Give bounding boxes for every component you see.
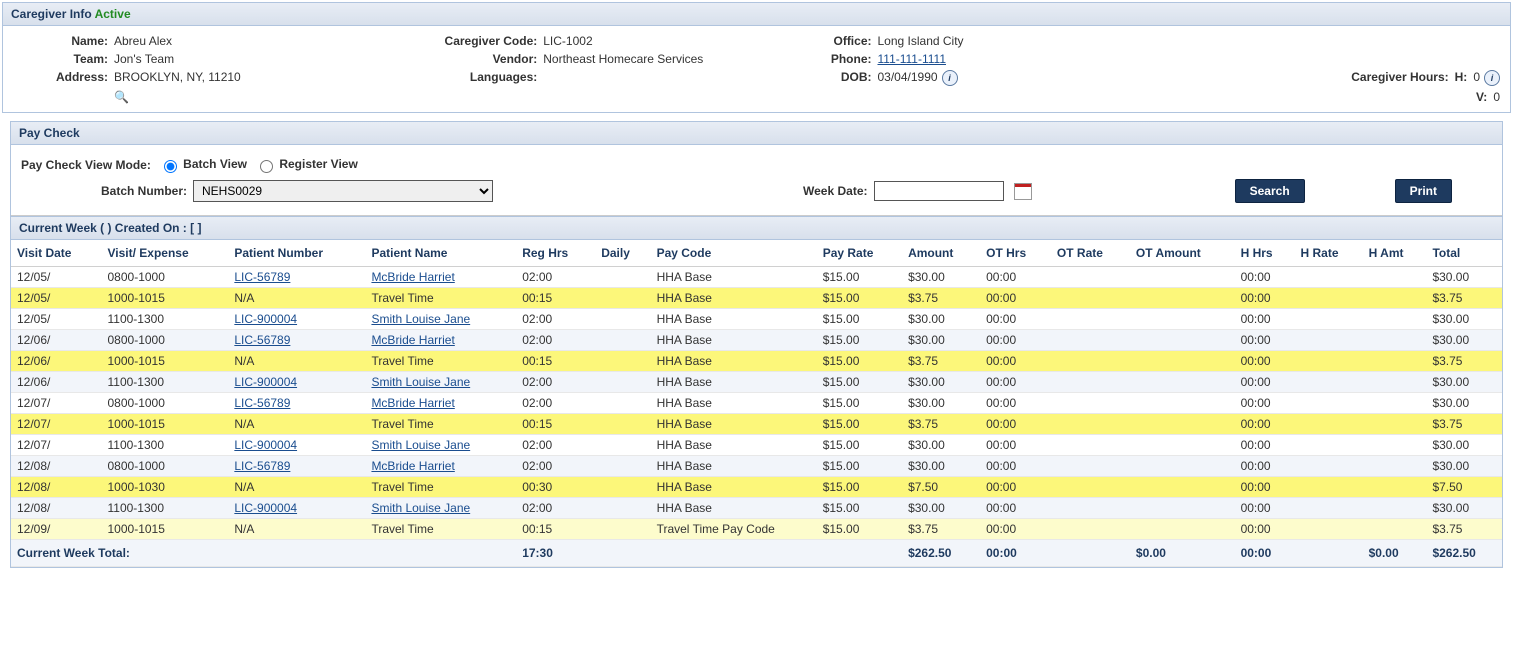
table-header: Visit/ Expense [102, 240, 229, 267]
patient-number-link[interactable]: LIC-56789 [234, 270, 290, 284]
patient-name-link[interactable]: Smith Louise Jane [371, 501, 470, 515]
vendor-label: Vendor: [387, 52, 537, 66]
patient-number-link[interactable]: LIC-900004 [234, 438, 297, 452]
table-row: 12/05/1100-1300LIC-900004Smith Louise Ja… [11, 309, 1502, 330]
print-button[interactable]: Print [1395, 179, 1452, 203]
patient-number-link[interactable]: LIC-56789 [234, 396, 290, 410]
batch-view-radio-label[interactable]: Batch View [159, 157, 247, 173]
address-label: Address: [13, 70, 108, 84]
batch-number-select[interactable]: NEHS0029 [193, 180, 493, 202]
patient-name-link[interactable]: Smith Louise Jane [371, 375, 470, 389]
table-row: 12/09/1000-1015N/ATravel Time00:15Travel… [11, 519, 1502, 540]
batch-view-radio[interactable] [164, 160, 177, 173]
hours-h-label: H: [1455, 70, 1468, 84]
panel-title: Caregiver Info [11, 7, 92, 21]
register-view-radio-label[interactable]: Register View [255, 157, 358, 173]
info-icon[interactable]: i [1484, 70, 1500, 86]
calendar-icon[interactable] [1014, 183, 1032, 200]
table-row: 12/06/1000-1015N/ATravel Time00:15HHA Ba… [11, 351, 1502, 372]
patient-name-link[interactable]: McBride Harriet [371, 333, 454, 347]
patient-number-link[interactable]: LIC-56789 [234, 333, 290, 347]
office-value: Long Island City [878, 34, 964, 48]
phone-link[interactable]: 111-111-1111 [878, 52, 947, 66]
code-value: LIC-1002 [543, 34, 592, 48]
caregiver-info-panel: Caregiver Info Active Name: Abreu Alex C… [2, 2, 1511, 113]
info-icon[interactable]: i [942, 70, 958, 86]
table-header: Reg Hrs [516, 240, 595, 267]
patient-name-link[interactable]: McBride Harriet [371, 459, 454, 473]
caregiver-info-header: Caregiver Info Active [3, 3, 1510, 26]
table-row: 12/07/1000-1015N/ATravel Time00:15HHA Ba… [11, 414, 1502, 435]
search-button[interactable]: Search [1235, 179, 1305, 203]
hours-v-label: V: [1476, 90, 1487, 104]
hours-label: Caregiver Hours: [1351, 70, 1448, 84]
view-mode-label: Pay Check View Mode: [21, 158, 151, 172]
patient-number-link[interactable]: LIC-900004 [234, 375, 297, 389]
table-row: 12/05/1000-1015N/ATravel Time00:15HHA Ba… [11, 288, 1502, 309]
totals-row: Current Week Total: 17:30 $262.50 00:00 … [11, 540, 1502, 567]
table-header: Amount [902, 240, 980, 267]
table-header: OT Rate [1051, 240, 1130, 267]
week-date-label: Week Date: [803, 184, 867, 198]
team-value: Jon's Team [114, 52, 174, 66]
table-header: H Hrs [1235, 240, 1295, 267]
table-row: 12/05/0800-1000LIC-56789McBride Harriet0… [11, 267, 1502, 288]
table-row: 12/08/1000-1030N/ATravel Time00:30HHA Ba… [11, 477, 1502, 498]
table-header: OT Amount [1130, 240, 1235, 267]
table-header: Pay Rate [817, 240, 902, 267]
register-view-radio[interactable] [260, 160, 273, 173]
patient-name-link[interactable]: Smith Louise Jane [371, 312, 470, 326]
table-header: H Amt [1363, 240, 1427, 267]
table-row: 12/07/1100-1300LIC-900004Smith Louise Ja… [11, 435, 1502, 456]
patient-name-link[interactable]: McBride Harriet [371, 396, 454, 410]
zoom-icon[interactable]: 🔍 [114, 90, 128, 104]
table-header: OT Hrs [980, 240, 1051, 267]
patient-name-link[interactable]: McBride Harriet [371, 270, 454, 284]
office-label: Office: [762, 34, 872, 48]
week-date-input[interactable] [874, 181, 1004, 201]
hours-h-value: 0 [1473, 70, 1480, 84]
table-row: 12/07/0800-1000LIC-56789McBride Harriet0… [11, 393, 1502, 414]
name-value: Abreu Alex [114, 34, 172, 48]
dob-label: DOB: [762, 70, 872, 84]
table-row: 12/08/0800-1000LIC-56789McBride Harriet0… [11, 456, 1502, 477]
table-row: 12/08/1100-1300LIC-900004Smith Louise Ja… [11, 498, 1502, 519]
patient-number-link[interactable]: LIC-56789 [234, 459, 290, 473]
phone-label: Phone: [762, 52, 872, 66]
paycheck-table: Visit DateVisit/ ExpensePatient NumberPa… [11, 240, 1502, 567]
patient-name-link[interactable]: Smith Louise Jane [371, 438, 470, 452]
patient-number-link[interactable]: LIC-900004 [234, 312, 297, 326]
table-header: Pay Code [651, 240, 817, 267]
table-header: H Rate [1295, 240, 1363, 267]
table-header: Daily [595, 240, 650, 267]
paycheck-panel: Pay Check Pay Check View Mode: Batch Vie… [10, 121, 1503, 568]
current-week-header: Current Week ( ) Created On : [ ] [11, 216, 1502, 240]
team-label: Team: [13, 52, 108, 66]
lang-label: Languages: [387, 70, 537, 84]
table-row: 12/06/0800-1000LIC-56789McBride Harriet0… [11, 330, 1502, 351]
table-header: Total [1426, 240, 1502, 267]
batch-number-label: Batch Number: [101, 184, 187, 198]
paycheck-header: Pay Check [11, 122, 1502, 145]
status-badge: Active [95, 7, 131, 21]
vendor-value: Northeast Homecare Services [543, 52, 703, 66]
table-header: Visit Date [11, 240, 102, 267]
table-row: 12/06/1100-1300LIC-900004Smith Louise Ja… [11, 372, 1502, 393]
table-header: Patient Number [228, 240, 365, 267]
hours-v-value: 0 [1493, 90, 1500, 104]
table-header: Patient Name [365, 240, 516, 267]
patient-number-link[interactable]: LIC-900004 [234, 501, 297, 515]
address-value: BROOKLYN, NY, 11210 [114, 70, 241, 84]
code-label: Caregiver Code: [387, 34, 537, 48]
name-label: Name: [13, 34, 108, 48]
dob-value: 03/04/1990 [878, 70, 938, 84]
